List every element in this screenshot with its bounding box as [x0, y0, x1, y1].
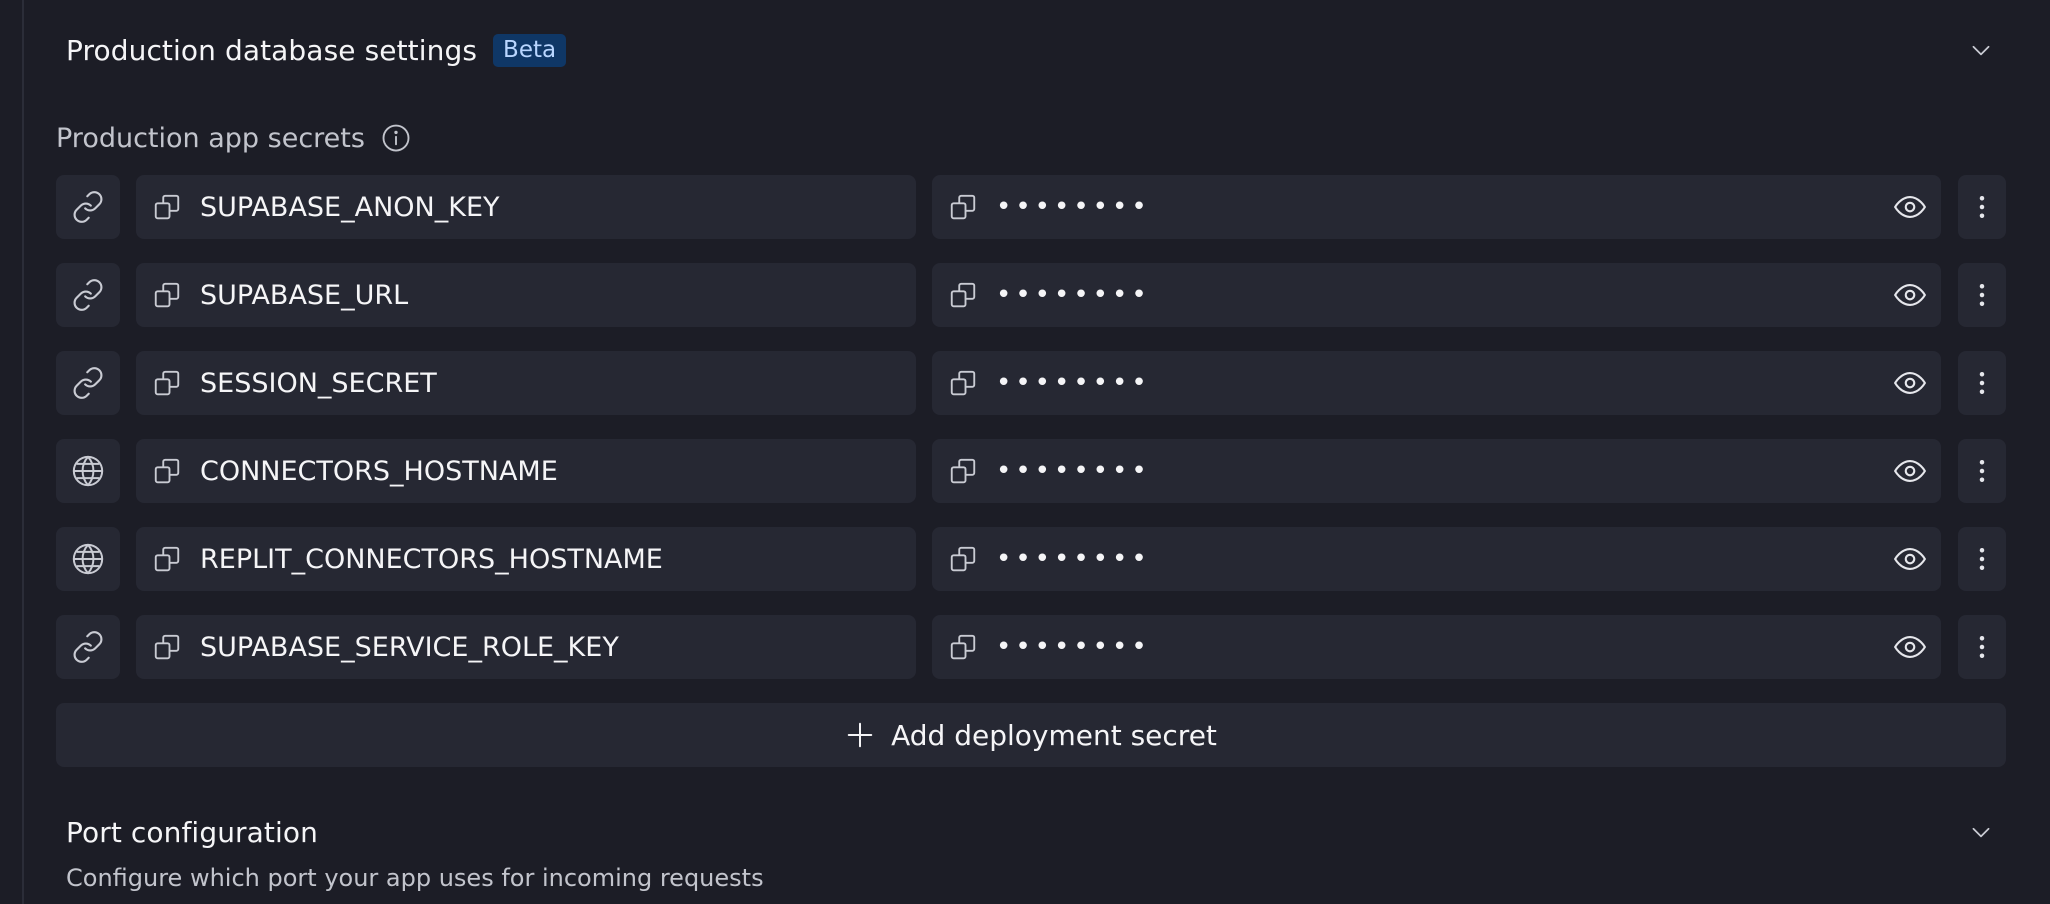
- copy-icon[interactable]: [152, 280, 182, 310]
- beta-badge: Beta: [493, 33, 567, 67]
- link-icon: [71, 630, 105, 664]
- secret-row: SESSION_SECRET ••••••••: [56, 351, 2006, 415]
- link-icon: [71, 278, 105, 312]
- eye-icon[interactable]: [1893, 366, 1927, 400]
- more-options-button[interactable]: [1958, 527, 2006, 591]
- secret-type-button[interactable]: [56, 527, 120, 591]
- secret-value-masked: ••••••••: [996, 544, 1151, 574]
- more-vertical-icon: [1967, 280, 1997, 310]
- copy-icon[interactable]: [948, 456, 978, 486]
- secret-key-text: REPLIT_CONNECTORS_HOSTNAME: [200, 543, 663, 575]
- more-options-button[interactable]: [1958, 263, 2006, 327]
- copy-icon[interactable]: [948, 368, 978, 398]
- more-vertical-icon: [1967, 456, 1997, 486]
- secret-key-field[interactable]: REPLIT_CONNECTORS_HOSTNAME: [136, 527, 916, 591]
- add-deployment-secret-button[interactable]: Add deployment secret: [56, 703, 2006, 767]
- more-options-button[interactable]: [1958, 439, 2006, 503]
- secret-row: CONNECTORS_HOSTNAME ••••••••: [56, 439, 2006, 503]
- copy-icon[interactable]: [948, 280, 978, 310]
- more-options-button[interactable]: [1958, 351, 2006, 415]
- secret-type-button[interactable]: [56, 263, 120, 327]
- copy-icon[interactable]: [152, 192, 182, 222]
- more-vertical-icon: [1967, 192, 1997, 222]
- left-divider: [22, 0, 24, 904]
- copy-icon[interactable]: [152, 632, 182, 662]
- copy-icon[interactable]: [152, 544, 182, 574]
- eye-icon[interactable]: [1893, 190, 1927, 224]
- secret-value-masked: ••••••••: [996, 632, 1151, 662]
- secret-key-text: SESSION_SECRET: [200, 367, 437, 399]
- link-icon: [71, 366, 105, 400]
- copy-icon[interactable]: [152, 456, 182, 486]
- deployment-settings-page: Production database settings Beta Produc…: [0, 0, 2050, 904]
- secrets-label: Production app secrets: [56, 118, 411, 158]
- add-deployment-secret-label: Add deployment secret: [891, 718, 1217, 752]
- secret-key-field[interactable]: CONNECTORS_HOSTNAME: [136, 439, 916, 503]
- secret-value-field[interactable]: ••••••••: [932, 263, 1941, 327]
- more-vertical-icon: [1967, 544, 1997, 574]
- secret-value-field[interactable]: ••••••••: [932, 175, 1941, 239]
- chevron-down-icon[interactable]: [1968, 819, 1994, 845]
- secret-value-masked: ••••••••: [996, 192, 1151, 222]
- secret-value-field[interactable]: ••••••••: [932, 351, 1941, 415]
- eye-icon[interactable]: [1893, 542, 1927, 576]
- db-settings-title: Production database settings: [66, 33, 478, 67]
- more-vertical-icon: [1967, 368, 1997, 398]
- secret-row: SUPABASE_SERVICE_ROLE_KEY ••••••••: [56, 615, 2006, 679]
- secret-key-field[interactable]: SUPABASE_URL: [136, 263, 916, 327]
- secret-key-field[interactable]: SESSION_SECRET: [136, 351, 916, 415]
- secret-value-masked: ••••••••: [996, 368, 1151, 398]
- globe-icon: [71, 542, 105, 576]
- copy-icon[interactable]: [948, 632, 978, 662]
- secret-type-button[interactable]: [56, 615, 120, 679]
- secret-key-text: SUPABASE_SERVICE_ROLE_KEY: [200, 631, 619, 663]
- db-settings-header[interactable]: Production database settings Beta: [66, 30, 2010, 70]
- secret-type-button[interactable]: [56, 175, 120, 239]
- port-config-title: Port configuration: [66, 815, 318, 849]
- copy-icon[interactable]: [948, 544, 978, 574]
- secret-key-field[interactable]: SUPABASE_SERVICE_ROLE_KEY: [136, 615, 916, 679]
- port-config-header[interactable]: Port configuration: [66, 812, 2010, 852]
- secret-key-text: SUPABASE_URL: [200, 279, 409, 311]
- secret-value-masked: ••••••••: [996, 280, 1151, 310]
- secret-row: REPLIT_CONNECTORS_HOSTNAME ••••••••: [56, 527, 2006, 591]
- info-icon[interactable]: [381, 123, 411, 153]
- link-icon: [71, 190, 105, 224]
- secret-type-button[interactable]: [56, 439, 120, 503]
- secret-value-field[interactable]: ••••••••: [932, 615, 1941, 679]
- secret-type-button[interactable]: [56, 351, 120, 415]
- copy-icon[interactable]: [152, 368, 182, 398]
- port-config-description: Configure which port your app uses for i…: [66, 864, 764, 892]
- more-options-button[interactable]: [1958, 175, 2006, 239]
- eye-icon[interactable]: [1893, 454, 1927, 488]
- secret-key-field[interactable]: SUPABASE_ANON_KEY: [136, 175, 916, 239]
- secret-key-text: SUPABASE_ANON_KEY: [200, 191, 500, 223]
- more-vertical-icon: [1967, 632, 1997, 662]
- eye-icon[interactable]: [1893, 278, 1927, 312]
- chevron-down-icon[interactable]: [1968, 37, 1994, 63]
- secret-row: SUPABASE_ANON_KEY ••••••••: [56, 175, 2006, 239]
- more-options-button[interactable]: [1958, 615, 2006, 679]
- secret-value-masked: ••••••••: [996, 456, 1151, 486]
- secret-value-field[interactable]: ••••••••: [932, 527, 1941, 591]
- secrets-label-text: Production app secrets: [56, 122, 365, 154]
- secret-value-field[interactable]: ••••••••: [932, 439, 1941, 503]
- secret-row: SUPABASE_URL ••••••••: [56, 263, 2006, 327]
- globe-icon: [71, 454, 105, 488]
- copy-icon[interactable]: [948, 192, 978, 222]
- eye-icon[interactable]: [1893, 630, 1927, 664]
- secret-key-text: CONNECTORS_HOSTNAME: [200, 455, 558, 487]
- plus-icon: [847, 722, 873, 748]
